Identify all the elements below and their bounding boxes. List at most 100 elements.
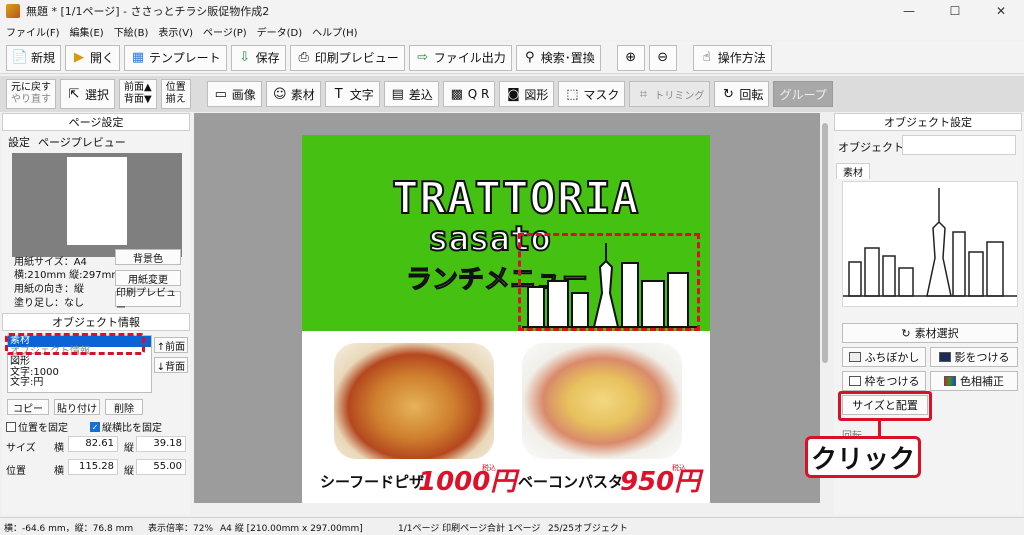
fix-ratio-checkbox[interactable]: ✓ 縦横比を固定 <box>90 419 162 434</box>
new-button[interactable]: 📄 新規 <box>6 44 62 71</box>
item1-name[interactable]: シーフードピザ <box>320 471 424 492</box>
scroll-thumb[interactable] <box>822 123 828 363</box>
shape-button[interactable]: ◙ 図形 <box>499 81 555 107</box>
position-label: 位置 <box>6 466 26 477</box>
frame-swatch-icon <box>848 376 861 386</box>
checkbox-off-icon <box>6 421 16 432</box>
list-item[interactable]: 文字:円 <box>8 377 151 389</box>
status-pages: 1/1ページ 印刷ページ合計 1ページ <box>398 524 541 534</box>
qr-icon: ▩ <box>450 86 463 102</box>
refresh-icon: ↻ <box>901 326 911 340</box>
list-item[interactable]: 図形 <box>8 356 151 368</box>
paste-button[interactable]: 貼り付け <box>54 399 100 415</box>
copy-button[interactable]: コピー <box>7 399 49 415</box>
save-button[interactable]: ⇩ 保存 <box>230 44 286 71</box>
page-thumbnail <box>67 157 127 245</box>
close-button[interactable]: ✕ <box>978 0 1024 22</box>
shape-icon: ◙ <box>507 86 520 102</box>
text-button[interactable]: T 文字 <box>324 81 380 107</box>
menu-help[interactable]: ヘルプ(H) <box>312 24 357 39</box>
undo-label[interactable]: 元に戻す <box>11 82 51 94</box>
help-button[interactable]: ☝ 操作方法 <box>692 44 772 71</box>
status-objects: 25/25オブジェクト <box>548 524 628 534</box>
export-button[interactable]: ⇨ ファイル出力 <box>408 44 512 71</box>
undo-redo-button[interactable]: 元に戻す やり直す <box>6 79 56 109</box>
tab-material[interactable]: 素材 <box>836 163 870 179</box>
material-preview <box>842 181 1018 307</box>
tab-settings[interactable]: 設定 <box>8 134 30 150</box>
front-button[interactable]: ↑前面 <box>154 337 188 353</box>
delete-button[interactable]: 削除 <box>105 399 143 415</box>
image-icon: ▭ <box>214 86 227 102</box>
image-button[interactable]: ▭ 画像 <box>206 81 262 107</box>
select-button[interactable]: ⇱ 選択 <box>60 79 116 109</box>
template-button[interactable]: ▦ テンプレート <box>124 44 227 71</box>
order-button[interactable]: 前面▲ 背面▼ <box>119 79 157 109</box>
canvas-area[interactable]: TRATTORIA sasato ランチメニュー シーフードピザ 1000円 税… <box>194 113 820 503</box>
object-name-input[interactable] <box>902 135 1016 155</box>
material-select-button[interactable]: ↻ 素材選択 <box>842 323 1018 343</box>
color-correct-button[interactable]: 色相補正 <box>930 371 1018 391</box>
status-zoom: 表示倍率：72% <box>148 524 214 534</box>
edit-toolbar: 元に戻す やり直す ⇱ 選択 前面▲ 背面▼ 位置 揃え ▭ 画像 ☺ 素材 T 文字 … <box>0 76 1024 112</box>
menu-file[interactable]: ファイル(F) <box>6 24 60 39</box>
maximize-button[interactable]: ☐ <box>932 0 978 22</box>
pos-x-label: 横 <box>54 466 64 477</box>
highlight-annotation <box>838 391 932 421</box>
qr-button[interactable]: ▩ Q R <box>442 81 496 107</box>
back-button[interactable]: ↓背面 <box>154 357 188 373</box>
position-y-input[interactable]: 55.00 <box>136 459 186 475</box>
item2-name[interactable]: ベーコンパスタ <box>518 471 623 492</box>
horizontal-scrollbar[interactable] <box>194 503 820 515</box>
group-button[interactable]: グループ <box>773 81 833 107</box>
search-replace-button[interactable]: ⚲ 検索･置換 <box>515 44 601 71</box>
flyer-page[interactable]: TRATTORIA sasato ランチメニュー シーフードピザ 1000円 税… <box>302 135 710 503</box>
zoom-in-button[interactable]: ⊕ <box>616 44 645 71</box>
text-icon: T <box>334 86 343 102</box>
bleed-text: 塗り足し：なし <box>14 298 84 309</box>
skyline-preview-icon <box>843 188 1017 297</box>
trim-button[interactable]: ⌗ トリミング <box>629 81 711 107</box>
open-button[interactable]: ▶ 開く <box>65 44 121 71</box>
zoom-out-button[interactable]: ⊖ <box>648 44 677 71</box>
mask-button[interactable]: ⬚ マスク <box>558 81 626 107</box>
material-button[interactable]: ☺ 素材 <box>265 81 321 107</box>
blur-edge-button[interactable]: ふちぼかし <box>842 347 926 367</box>
pizza-photo[interactable] <box>334 343 494 459</box>
menu-page[interactable]: ページ(P) <box>203 24 247 39</box>
main-toolbar: 📄 新規 ▶ 開く ▦ テンプレート ⇩ 保存 ⎙ 印刷プレビュー ⇨ ファイル出力 ⚲ 検索… <box>0 42 1024 74</box>
send-back-label[interactable]: 背面▼ <box>124 94 152 106</box>
left-panel: ページ設定 設定 ページプレビュー 用紙サイズ：A4 横:210mm 縦:297… <box>2 113 190 515</box>
item1-price[interactable]: 1000円 <box>418 461 516 498</box>
align-button[interactable]: 位置 揃え <box>160 79 191 109</box>
menu-view[interactable]: 表示(V) <box>158 24 193 39</box>
checkmark-icon: ✓ <box>90 421 100 432</box>
item2-price[interactable]: 950円 <box>620 461 700 498</box>
fix-position-checkbox[interactable]: 位置を固定 <box>6 419 68 434</box>
title-trattoria[interactable]: TRATTORIA <box>391 172 639 225</box>
position-x-input[interactable]: 115.28 <box>68 459 118 475</box>
bring-front-label[interactable]: 前面▲ <box>124 82 152 94</box>
print-preview-button[interactable]: ⎙ 印刷プレビュー <box>289 44 405 71</box>
pasta-photo[interactable] <box>522 343 682 459</box>
print-preview-side-button[interactable]: 印刷プレビュー <box>115 288 181 314</box>
shadow-button[interactable]: 影をつける <box>930 347 1018 367</box>
menu-data[interactable]: データ(D) <box>257 24 303 39</box>
redo-label[interactable]: やり直す <box>11 94 51 106</box>
frame-button[interactable]: 枠をつける <box>842 371 926 391</box>
size-height-input[interactable]: 39.18 <box>136 436 186 452</box>
rotate-button[interactable]: ↻ 回転 <box>714 81 770 107</box>
size-width-input[interactable]: 82.61 <box>68 436 118 452</box>
minimize-button[interactable]: — <box>886 0 932 22</box>
tab-page-preview[interactable]: ページプレビュー <box>38 134 126 150</box>
item1-tax-label: 税込 <box>482 464 496 472</box>
object-info-header: オブジェクト情報 <box>2 313 190 331</box>
merge-button[interactable]: ▤ 差込 <box>383 81 439 107</box>
menu-background[interactable]: 下絵(B) <box>114 24 149 39</box>
bg-color-button[interactable]: 背景色 <box>115 249 181 265</box>
size-h-label: 縦 <box>124 443 134 454</box>
status-coords: 横：-64.6 mm，縦：76.8 mm <box>4 524 134 534</box>
menu-edit[interactable]: 編集(E) <box>70 24 104 39</box>
mask-icon: ⬚ <box>566 86 579 102</box>
dimensions-text: 横:210mm 縦:297mm <box>14 270 122 281</box>
